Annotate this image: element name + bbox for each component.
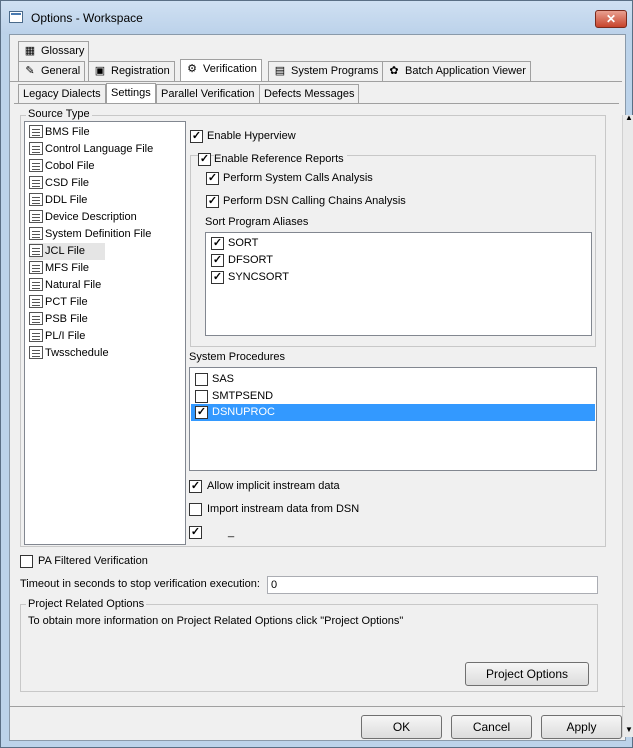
smtpsend-label: SMTPSEND	[212, 390, 274, 402]
cancel-button[interactable]: Cancel	[451, 715, 532, 739]
syncsort-label: SYNCSORT	[228, 271, 289, 283]
csd-file-icon	[29, 176, 43, 189]
blank-option-label: _	[228, 526, 235, 538]
system-programs-icon: ▤	[274, 65, 286, 78]
import-instream-label: Import instream data from DSN	[207, 503, 360, 515]
list-item[interactable]: System Definition File	[29, 226, 151, 243]
list-item[interactable]: CSD File	[29, 175, 89, 192]
control-language-file-icon	[29, 142, 43, 155]
pct-file-icon	[29, 295, 43, 308]
list-item[interactable]: Twsschedule	[29, 345, 109, 362]
list-item-selected[interactable]: JCL File	[29, 243, 105, 260]
subtab-defects-messages[interactable]: Defects Messages	[259, 84, 360, 104]
smtpsend-checkbox[interactable]	[195, 390, 208, 403]
tab-general[interactable]: ✎ General	[18, 61, 86, 81]
pa-filtered-label: PA Filtered Verification	[38, 555, 148, 567]
syncsort-checkbox[interactable]: ✓	[211, 271, 224, 284]
scroll-down-icon[interactable]: ▼	[625, 725, 633, 734]
list-item[interactable]: Device Description	[29, 209, 137, 226]
pli-file-icon	[29, 329, 43, 342]
list-item[interactable]: PCT File	[29, 294, 88, 311]
dsnuproc-checkbox[interactable]: ✓	[195, 406, 208, 419]
list-item[interactable]: BMS File	[29, 124, 90, 141]
subtab-legacy-dialects[interactable]: Legacy Dialects	[18, 84, 106, 104]
sort-label: SORT	[228, 237, 259, 249]
list-item[interactable]: Cobol File	[29, 158, 95, 175]
twsschedule-icon	[29, 346, 43, 359]
tab-divider	[10, 81, 622, 82]
footer-divider	[10, 706, 625, 707]
batch-viewer-icon: ✿	[389, 65, 399, 78]
device-description-icon	[29, 210, 43, 223]
source-type-list[interactable]: BMS File Control Language File Cobol Fil…	[24, 121, 186, 545]
sas-label: SAS	[212, 373, 235, 385]
ddl-file-icon	[29, 193, 43, 206]
perform-system-calls-label: Perform System Calls Analysis	[223, 172, 373, 184]
cobol-file-icon	[29, 159, 43, 172]
perform-system-calls-checkbox[interactable]: ✓	[206, 172, 219, 185]
tab-verification[interactable]: ⚙ Verification	[180, 59, 262, 82]
sort-aliases-list[interactable]: ✓ SORT ✓ DFSORT ✓ SYNCSORT	[205, 232, 592, 336]
verification-icon: ⚙	[187, 63, 197, 76]
natural-file-icon	[29, 278, 43, 291]
tab-batch-application-viewer[interactable]: ✿ Batch Application Viewer	[382, 61, 531, 81]
pa-filtered-checkbox[interactable]	[20, 555, 33, 568]
dsnuproc-label: DSNUPROC	[212, 406, 275, 418]
apply-button[interactable]: Apply	[541, 715, 622, 739]
source-type-label: Source Type	[26, 108, 92, 120]
enable-hyperview-label: Enable Hyperview	[207, 130, 296, 142]
bms-file-icon	[29, 125, 43, 138]
project-options-group-label: Project Related Options	[26, 598, 147, 610]
tab-system-programs[interactable]: ▤ System Programs	[268, 61, 384, 81]
dialog-client: ▦ Glossary ✎ General ▣ Registration ⚙ Verifi…	[9, 34, 633, 741]
system-procedures-list[interactable]: SAS SMTPSEND ✓ DSNUPROC	[189, 367, 597, 471]
jcl-file-icon	[29, 244, 43, 257]
options-window: Options - Workspace ✕ ▦ Glossary ✎ General…	[0, 0, 633, 748]
tab-glossary[interactable]: ▦ Glossary	[18, 41, 90, 63]
enable-reference-reports-label: Enable Reference Reports	[214, 153, 347, 165]
perform-dsn-calling-label: Perform DSN Calling Chains Analysis	[223, 195, 406, 207]
registration-icon: ▣	[94, 65, 106, 78]
sort-checkbox[interactable]: ✓	[211, 237, 224, 250]
dfsort-label: DFSORT	[228, 254, 274, 266]
subtab-settings[interactable]: Settings	[106, 83, 156, 104]
vertical-scrollbar[interactable]: ▲ ▼	[622, 113, 633, 737]
system-definition-file-icon	[29, 227, 43, 240]
tab-registration[interactable]: ▣ Registration	[88, 61, 175, 81]
project-options-info: To obtain more information on Project Re…	[28, 615, 404, 627]
list-item[interactable]: Natural File	[29, 277, 101, 294]
dfsort-checkbox[interactable]: ✓	[211, 254, 224, 267]
list-item[interactable]: Control Language File	[29, 141, 153, 158]
enable-hyperview-checkbox[interactable]: ✓	[190, 130, 203, 143]
project-options-button[interactable]: Project Options	[465, 662, 589, 686]
allow-implicit-label: Allow implicit instream data	[207, 480, 340, 492]
sort-aliases-label: Sort Program Aliases	[205, 216, 309, 228]
ok-button[interactable]: OK	[361, 715, 442, 739]
perform-dsn-calling-checkbox[interactable]: ✓	[206, 195, 219, 208]
enable-reference-reports-checkbox[interactable]: ✓	[198, 153, 211, 166]
subtab-parallel-verification[interactable]: Parallel Verification	[156, 84, 260, 104]
timeout-label: Timeout in seconds to stop verification …	[20, 578, 260, 590]
system-procedures-label: System Procedures	[189, 351, 285, 363]
list-item[interactable]: PSB File	[29, 311, 88, 328]
list-item[interactable]: PL/I File	[29, 328, 85, 345]
allow-implicit-checkbox[interactable]: ✓	[189, 480, 202, 493]
title-bar[interactable]: Options - Workspace ✕	[1, 1, 632, 34]
window-title: Options - Workspace	[31, 11, 143, 25]
window-icon	[9, 11, 23, 23]
general-icon: ✎	[25, 65, 35, 78]
glossary-icon: ▦	[24, 45, 36, 58]
list-item[interactable]: MFS File	[29, 260, 89, 277]
timeout-input[interactable]: 0	[267, 576, 598, 594]
list-item[interactable]: DDL File	[29, 192, 87, 209]
psb-file-icon	[29, 312, 43, 325]
sas-checkbox[interactable]	[195, 373, 208, 386]
import-instream-checkbox[interactable]	[189, 503, 202, 516]
mfs-file-icon	[29, 261, 43, 274]
scroll-up-icon[interactable]: ▲	[625, 113, 633, 122]
close-button[interactable]: ✕	[595, 10, 627, 28]
subtab-divider	[14, 103, 619, 104]
blank-option-checkbox[interactable]: ✓	[189, 526, 202, 539]
